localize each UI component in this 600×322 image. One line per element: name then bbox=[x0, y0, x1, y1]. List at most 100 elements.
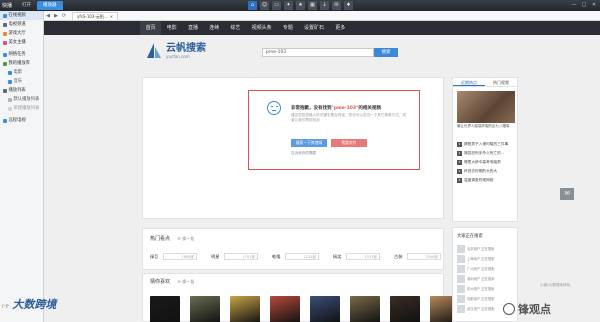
search-input[interactable]: pme-103 bbox=[262, 48, 374, 57]
nav-home[interactable]: 首页 bbox=[140, 21, 162, 35]
trending-thumbnail[interactable] bbox=[457, 91, 515, 123]
recommendations-header: 猜你喜欢 ⟳ 换一批 bbox=[150, 279, 195, 285]
sidebar-item-remote-tv[interactable]: 远程电视 bbox=[0, 116, 43, 125]
hot-topics-panel: 热门看点 ⟳ 换一批 绿巨 1888部 明星 1751部 乾隆 1219部 搞笑 151… bbox=[142, 228, 444, 270]
list-item[interactable]: 广州用户 正在搜索 bbox=[453, 264, 517, 274]
chat-float-button[interactable]: ✉ bbox=[560, 188, 574, 200]
watermark: 锋观点 bbox=[503, 301, 551, 317]
sidebar-item-default-playlist[interactable]: 默认播放列表 bbox=[0, 95, 43, 104]
sidebar-item-anchor[interactable]: 美女主播 bbox=[0, 38, 43, 47]
nav-variety[interactable]: 综艺 bbox=[225, 21, 246, 35]
poster-5[interactable] bbox=[310, 296, 340, 322]
search-button[interactable]: 搜索 bbox=[374, 48, 398, 57]
music-icon bbox=[8, 79, 12, 84]
hot-topics-header: 热门看点 ⟳ 换一批 bbox=[150, 236, 195, 242]
sidebar-item-tasks[interactable]: 网络任务 bbox=[0, 50, 43, 59]
avatar bbox=[457, 295, 465, 303]
hot-swap-button[interactable]: ⟳ 换一批 bbox=[178, 236, 195, 241]
sidebar-item-games[interactable]: 游戏大厅 bbox=[0, 29, 43, 38]
avatar bbox=[457, 255, 465, 263]
search-bar: pme-103 搜索 bbox=[262, 48, 398, 57]
browser-tab[interactable]: yfsS-103-云帆... × bbox=[72, 11, 119, 20]
minimize-button[interactable]: — bbox=[570, 1, 578, 9]
poster-leon[interactable] bbox=[150, 296, 180, 322]
close-button[interactable]: ✕ bbox=[590, 1, 598, 9]
nav-settings[interactable]: 设置矿石 bbox=[298, 21, 329, 35]
home-icon[interactable]: ⌂ bbox=[248, 1, 257, 10]
list-item[interactable]: 杭州用户 正在搜索 bbox=[453, 284, 517, 294]
hot-item[interactable]: 古装 2548部 bbox=[394, 253, 441, 260]
nav-headlines[interactable]: 视频头条 bbox=[246, 21, 277, 35]
poster-6[interactable] bbox=[350, 296, 380, 322]
avatar bbox=[457, 265, 465, 273]
poster-7[interactable] bbox=[390, 296, 420, 322]
grid-icon[interactable]: ▦ bbox=[308, 1, 317, 10]
maximize-button[interactable]: □ bbox=[580, 1, 588, 9]
list-item[interactable]: 4 杯逃去时期的大的大 bbox=[457, 167, 508, 176]
trending-caption[interactable]: 最让世界人脑袋炸裂的乱七八糟事 bbox=[457, 124, 515, 129]
search-other-button[interactable]: 搜索一下其他网 bbox=[291, 139, 327, 147]
user-icon[interactable]: ☺ bbox=[260, 1, 269, 10]
hot-item[interactable]: 乾隆 1219部 bbox=[272, 253, 319, 260]
nav-series[interactable]: 连续 bbox=[204, 21, 225, 35]
list-item[interactable]: 3 哪里大龄中高考电脑男 bbox=[457, 158, 508, 167]
app-name: 快播 bbox=[2, 3, 13, 9]
sidebar-item-online-video[interactable]: 在线视频 bbox=[0, 11, 43, 20]
forward-button[interactable]: ▶ bbox=[52, 12, 60, 20]
list-item[interactable]: 北京用户 正在搜索 bbox=[453, 244, 517, 254]
nav-more[interactable]: 更多 bbox=[330, 21, 351, 35]
star-icon[interactable]: ★ bbox=[296, 1, 305, 10]
not-found-title: 非常抱歉，没有找到"pme-103"的相关视频 bbox=[291, 106, 381, 111]
logo-text-cn: 云帆搜索 bbox=[166, 43, 206, 54]
game-hall-icon bbox=[3, 31, 7, 36]
nav-movies[interactable]: 电影 bbox=[161, 21, 182, 35]
guess-swap-button[interactable]: ⟳ 换一批 bbox=[178, 279, 195, 284]
nav-topics[interactable]: 专题 bbox=[277, 21, 298, 35]
tab-open[interactable]: 打开 bbox=[16, 1, 37, 10]
download-icon[interactable]: ↓ bbox=[320, 1, 329, 10]
site-logo[interactable]: 云帆搜索 yunfan.com bbox=[145, 42, 206, 60]
nav-live[interactable]: 直播 bbox=[182, 21, 203, 35]
sail-logo-icon bbox=[147, 43, 161, 58]
toolbar-icons: ⌂ ☺ ▭ ✦ ★ ▦ ↓ ✉ ♦ bbox=[248, 1, 353, 10]
close-tab-icon[interactable]: × bbox=[110, 13, 113, 20]
tab-player[interactable]: 播放器 bbox=[37, 1, 63, 10]
refresh-button[interactable]: ⟳ bbox=[60, 12, 68, 20]
sidebar-item-playlists[interactable]: 播放列表 bbox=[0, 86, 43, 95]
window-controls: — □ ✕ bbox=[570, 1, 598, 9]
sidebar-item-new-playlist[interactable]: 新建播放列表 bbox=[0, 104, 43, 113]
list-item[interactable]: 2 搞囚犯刑手杀人死亡的... bbox=[457, 149, 508, 158]
logo-text-en: yunfan.com bbox=[166, 54, 190, 59]
sidebar-item-music[interactable]: 音乐 bbox=[0, 77, 43, 86]
library-icon bbox=[3, 61, 7, 66]
sidebar-item-tv[interactable]: 电视频道 bbox=[0, 20, 43, 29]
game-icon[interactable]: ✦ bbox=[284, 1, 293, 10]
not-found-box: 非常抱歉，没有找到"pme-103"的相关视频 建议您检查输入的关键字是否有误，… bbox=[248, 90, 420, 170]
plus-icon bbox=[8, 106, 12, 111]
poster-3[interactable] bbox=[230, 296, 260, 322]
list-item[interactable]: 上海用户 正在搜索 bbox=[453, 254, 517, 264]
search-result-panel: 非常抱歉，没有找到"pme-103"的相关视频 建议您检查输入的关键字是否有误，… bbox=[142, 77, 444, 219]
playlist-icon bbox=[3, 88, 7, 93]
sidebar-item-library[interactable]: 我的播放库 bbox=[0, 59, 43, 68]
tell-us-link[interactable]: 告诉我你的需要 bbox=[291, 151, 316, 156]
hot-item[interactable]: 明星 1751部 bbox=[211, 253, 258, 260]
shop-icon[interactable]: ♦ bbox=[344, 1, 353, 10]
avatar bbox=[457, 305, 465, 313]
task-icon bbox=[3, 52, 7, 57]
tab-hot-videos[interactable]: 热门视频 bbox=[485, 78, 517, 86]
sad-face-icon bbox=[267, 101, 281, 115]
sidebar-item-movies[interactable]: 电影 bbox=[0, 68, 43, 77]
hot-item[interactable]: 绿巨 1888部 bbox=[150, 253, 197, 260]
poster-4[interactable] bbox=[270, 296, 300, 322]
hot-item[interactable]: 搞笑 1513部 bbox=[333, 253, 380, 260]
back-button[interactable]: ◀ bbox=[44, 12, 52, 20]
tab-recent-hot[interactable]: 近期热点 bbox=[453, 78, 485, 86]
chat-icon[interactable]: ✉ bbox=[332, 1, 341, 10]
tv-icon[interactable]: ▭ bbox=[272, 1, 281, 10]
list-item[interactable]: 5 温度调查时候网络 bbox=[457, 176, 508, 185]
poster-2[interactable] bbox=[190, 296, 220, 322]
request-video-button[interactable]: 我要求片 bbox=[331, 139, 367, 147]
list-item[interactable]: 1 搞怪男子入侵时髦的三件事 bbox=[457, 140, 508, 149]
list-item[interactable]: 深圳用户 正在搜索 bbox=[453, 274, 517, 284]
